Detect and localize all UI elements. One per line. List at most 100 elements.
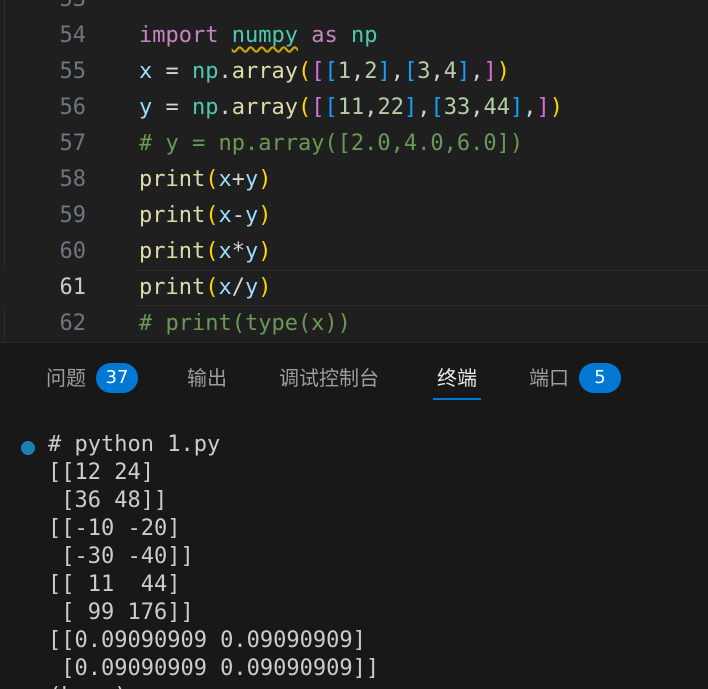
code-token: ]	[509, 95, 524, 120]
code-token: ]	[536, 95, 550, 120]
code-token: (	[297, 59, 312, 84]
code-token: np	[350, 23, 378, 48]
problems-count-badge: 37	[96, 362, 138, 393]
code-token: print	[139, 167, 206, 192]
terminal-output-line: [0.09090909 0.09090909]]	[48, 656, 380, 681]
code-token: 33	[443, 95, 471, 120]
code-text: print(x+y)	[139, 162, 271, 198]
code-token: [	[311, 95, 325, 120]
terminal-output-line: [[-10 -20]	[48, 516, 181, 541]
code-token: /	[231, 275, 245, 300]
tab-ports[interactable]: 端口 5	[529, 343, 621, 413]
code-token: *	[231, 239, 245, 264]
code-token: )	[258, 203, 272, 228]
code-token: [	[430, 95, 444, 120]
line-number: 53	[0, 0, 87, 18]
code-token: y	[244, 239, 259, 264]
code-token: # y = np.array([2.0,4.0,6.0])	[139, 131, 524, 156]
active-tab-indicator	[433, 398, 481, 400]
terminal-output-line: [[12 24]	[48, 460, 154, 485]
code-token: array	[231, 59, 298, 84]
line-number: 60	[59, 239, 87, 264]
code-token: ,	[350, 59, 365, 84]
code-token: (	[205, 239, 219, 264]
code-token: 44	[483, 95, 510, 120]
code-line[interactable]: 53	[0, 0, 708, 18]
code-token: x	[218, 203, 232, 228]
code-token: array	[231, 95, 298, 120]
code-token: ,	[470, 95, 484, 120]
code-line[interactable]: 55 x = np.array([[1,2],[3,4],])	[0, 54, 708, 90]
terminal-output[interactable]: # python 1.py [[12 24] [36 48]] [[-10 -20]…	[0, 431, 708, 689]
code-token: np	[192, 95, 219, 120]
code-line[interactable]: 57 # y = np.array([2.0,4.0,6.0])	[0, 126, 708, 162]
tab-terminal[interactable]: 终端	[433, 343, 481, 413]
code-token: ,	[523, 95, 537, 120]
code-token: 4	[443, 59, 457, 84]
code-text: import numpy as np	[139, 18, 377, 54]
code-token: ,	[390, 59, 404, 84]
code-token: print	[139, 275, 206, 300]
tab-output[interactable]: 输出	[187, 343, 227, 413]
code-line[interactable]: 54 import numpy as np	[0, 18, 708, 54]
code-token: y	[244, 203, 259, 228]
code-token: as	[311, 23, 338, 48]
code-token: 2	[364, 59, 378, 84]
tab-problems[interactable]: 问题 37	[46, 343, 138, 413]
line-number: 62	[59, 311, 87, 336]
line-number: 56	[59, 95, 87, 120]
code-token: )	[258, 167, 272, 192]
code-token: )	[496, 59, 510, 84]
command-status-dot-icon[interactable]	[21, 441, 35, 455]
code-token: np	[192, 59, 219, 84]
code-line[interactable]: 60 print(x*y)	[0, 234, 708, 270]
code-token: print	[139, 203, 206, 228]
code-line[interactable]: 62 # print(type(x))	[0, 306, 708, 342]
line-number: 61	[59, 275, 87, 300]
line-number: 59	[59, 203, 87, 228]
code-text: print(x/y)	[139, 270, 271, 306]
code-token: import	[139, 23, 219, 48]
code-token: # print(type(x))	[139, 311, 351, 336]
code-token: [	[324, 59, 338, 84]
code-line[interactable]: 58 print(x+y)	[0, 162, 708, 198]
code-text: y = np.array([[11,22],[33,44],])	[139, 90, 563, 126]
code-token: -	[231, 203, 245, 228]
code-token: ]	[377, 59, 391, 84]
tab-ports-label: 端口	[529, 366, 569, 390]
code-text: # y = np.array([2.0,4.0,6.0])	[139, 126, 523, 162]
tab-problems-label: 问题	[46, 366, 86, 390]
code-line[interactable]: 61 print(x/y)	[0, 270, 708, 306]
code-editor[interactable]: 5354import numpy as np55x = np.array([[1…	[0, 0, 708, 342]
code-token: 22	[377, 95, 404, 120]
terminal-output-line: [[ 11 44]	[48, 572, 181, 597]
code-token: print	[139, 239, 206, 264]
code-token: ]	[456, 59, 471, 84]
code-text: x = np.array([[1,2],[3,4],])	[139, 54, 510, 90]
code-token: 3	[417, 59, 431, 84]
tab-terminal-label: 终端	[437, 366, 477, 390]
code-line[interactable]: 59 print(x-y)	[0, 198, 708, 234]
code-token: (	[205, 275, 219, 300]
tab-debug-console[interactable]: 调试控制台	[279, 343, 379, 413]
terminal-output-line: (base)	[48, 683, 141, 689]
terminal-output-line: [-30 -40]]	[48, 544, 194, 569]
tab-output-label: 输出	[187, 366, 227, 390]
code-token: (	[205, 203, 219, 228]
code-token: +	[231, 167, 245, 192]
code-token: )	[258, 239, 272, 264]
code-token: ]	[483, 59, 497, 84]
code-token: .	[218, 95, 232, 120]
code-token: 1	[337, 59, 351, 84]
code-token: )	[549, 95, 563, 120]
code-token: =	[152, 59, 192, 84]
code-token: [	[403, 59, 418, 84]
code-line[interactable]: 56 y = np.array([[11,22],[33,44],])	[0, 90, 708, 126]
panel-tabs: 问题 37 输出 调试控制台 终端 端口 5	[0, 343, 708, 413]
code-token: .	[218, 59, 232, 84]
code-token: (	[205, 167, 219, 192]
code-token: (	[297, 95, 312, 120]
code-token: numpy	[231, 23, 298, 48]
